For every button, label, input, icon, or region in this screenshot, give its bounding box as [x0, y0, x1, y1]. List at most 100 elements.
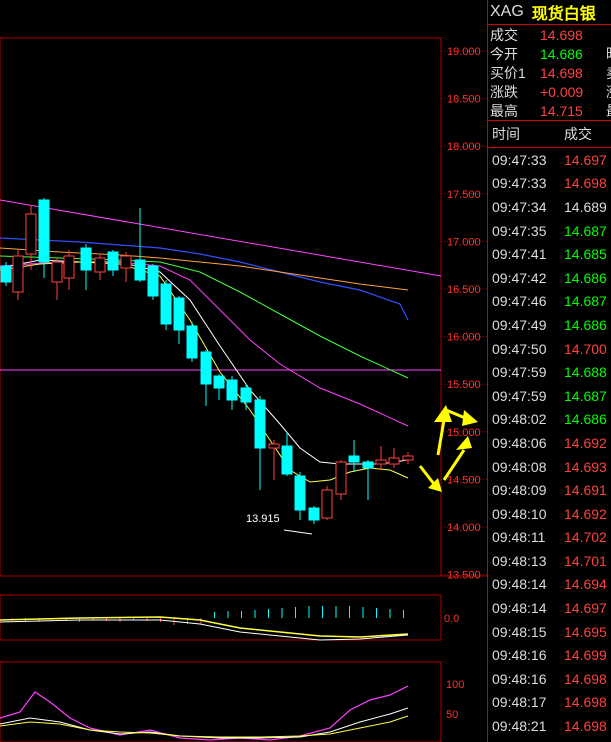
macd-panel-frame: [0, 594, 442, 641]
tick-row: 09:47:35 14.687: [488, 219, 611, 243]
quote-row: 涨跌 +0.009 涨: [488, 82, 611, 101]
tick-time: 09:47:46: [492, 293, 547, 310]
tick-price: 14.692: [564, 505, 607, 522]
tick-row: 09:47:41 14.685: [488, 242, 611, 266]
quote-extra-label: 最: [606, 101, 611, 121]
quote-label: 买价1: [490, 64, 526, 81]
kline-chart-canvas[interactable]: 19.000 18.500 18.000 17.500 17.000 16.500 16.0…: [0, 0, 487, 742]
tick-time: 09:48:02: [492, 411, 547, 428]
candle-body: [134, 259, 146, 281]
candle-body: [268, 443, 280, 449]
quote-value: 14.686: [540, 45, 583, 62]
tick-time: 09:47:59: [492, 387, 547, 404]
price-gridlines: [441, 50, 487, 576]
candle-body: [335, 461, 347, 495]
candle-body: [25, 213, 37, 255]
symbol-name: 现货白银: [531, 6, 596, 23]
tick-row: 09:48:11 14.702: [488, 526, 611, 550]
quote-rows: 成交 14.698 今开 14.686 昨买价1 14.698 卖涨跌 +0.009 涨最高 14…: [488, 25, 611, 120]
tick-row: 09:48:16 14.698: [488, 667, 611, 691]
price-tick-label: 18.000: [447, 141, 481, 153]
tick-time: 09:48:16: [492, 647, 547, 664]
tick-price: 14.687: [564, 387, 607, 404]
kdj-j-line: [0, 685, 409, 741]
tick-time: 09:47:49: [492, 316, 547, 333]
candle-body: [120, 255, 132, 269]
tick-list[interactable]: 09:47:33 14.697 09:47:33 14.698 09:47:34 14.6…: [488, 148, 611, 738]
price-tick-label: 19.000: [447, 46, 481, 58]
tick-header-time: 时间: [492, 126, 520, 142]
candle-body: [38, 199, 50, 263]
price-tick-label: 15.500: [447, 379, 481, 391]
tick-row: 09:48:02 14.686: [488, 408, 611, 432]
tick-row: 09:48:21 14.698: [488, 714, 611, 738]
tick-row: 09:48:15 14.695: [488, 620, 611, 644]
tick-price: 14.687: [564, 222, 607, 239]
tick-price: 14.701: [564, 552, 607, 569]
low-price-pointer: [283, 529, 313, 535]
tick-row: 09:47:34 14.689: [488, 195, 611, 219]
candle-body: [107, 251, 119, 271]
tick-time: 09:48:15: [492, 623, 547, 640]
candle-body: [12, 255, 24, 293]
tick-time: 09:48:13: [492, 552, 547, 569]
candlesticks: [0, 198, 414, 524]
arrowhead-1: [434, 405, 452, 422]
tick-row: 09:48:06 14.692: [488, 431, 611, 455]
candle-body: [147, 265, 159, 297]
tick-price: 14.702: [564, 529, 607, 546]
candle-body: [375, 459, 387, 465]
tick-header: 时间 成交: [488, 120, 611, 148]
tick-row: 09:48:16 14.699: [488, 643, 611, 667]
tick-row: 09:47:42 14.686: [488, 266, 611, 290]
tick-row: 09:48:09 14.691: [488, 478, 611, 502]
quote-extra-label: 昨: [606, 44, 611, 64]
tick-time: 09:48:21: [492, 718, 547, 735]
tick-price: 14.697: [564, 600, 607, 617]
tick-time: 09:48:08: [492, 458, 547, 475]
kline-chart[interactable]: 19.000 18.500 18.000 17.500 17.000 16.500 16.0…: [0, 0, 487, 742]
candle-body: [348, 455, 360, 463]
tick-row: 09:47:59 14.687: [488, 384, 611, 408]
tick-time: 09:48:14: [492, 600, 547, 617]
tick-price: 14.698: [564, 670, 607, 687]
tick-price: 14.689: [564, 198, 607, 215]
candle-body: [388, 457, 400, 465]
tick-time: 09:48:09: [492, 482, 547, 499]
candle-body: [226, 379, 238, 401]
tick-price: 14.686: [564, 269, 607, 286]
arrow-4: [418, 465, 436, 485]
price-tick-label: 14.500: [447, 474, 481, 486]
tick-row: 09:47:46 14.687: [488, 290, 611, 314]
symbol-code: XAG: [490, 3, 524, 20]
price-tick-label: 17.000: [447, 236, 481, 248]
candle-body: [0, 265, 12, 283]
candle-body: [213, 375, 225, 389]
tick-price: 14.698: [564, 175, 607, 192]
candle-body: [51, 261, 63, 283]
candle-body: [94, 257, 106, 273]
price-tick-label: 13.500: [447, 570, 481, 582]
price-tick-label: 14.000: [447, 522, 481, 534]
arrowhead-2: [462, 410, 478, 426]
price-tick-label: 16.500: [447, 284, 481, 296]
tick-price: 14.697: [564, 151, 607, 168]
price-panel-frame: [0, 37, 442, 577]
quote-row: 最高 14.715 最: [488, 101, 611, 120]
quote-extra-label: 卖: [606, 63, 611, 83]
tick-price: 14.693: [564, 458, 607, 475]
tick-time: 09:48:14: [492, 576, 547, 593]
price-tick-label: 15.000: [447, 427, 481, 439]
tick-row: 09:48:08 14.693: [488, 455, 611, 479]
tick-time: 09:47:50: [492, 340, 547, 357]
quote-row: 今开 14.686 昨: [488, 44, 611, 63]
candle-body: [308, 507, 320, 521]
tick-time: 09:47:33: [492, 151, 547, 168]
tick-price: 14.699: [564, 647, 607, 664]
quote-label: 今开: [490, 45, 518, 62]
tick-row: 09:47:49 14.686: [488, 313, 611, 337]
tick-time: 09:48:10: [492, 505, 547, 522]
tick-time: 09:48:17: [492, 694, 547, 711]
tick-time: 09:47:41: [492, 246, 547, 263]
candle-body: [281, 445, 293, 475]
